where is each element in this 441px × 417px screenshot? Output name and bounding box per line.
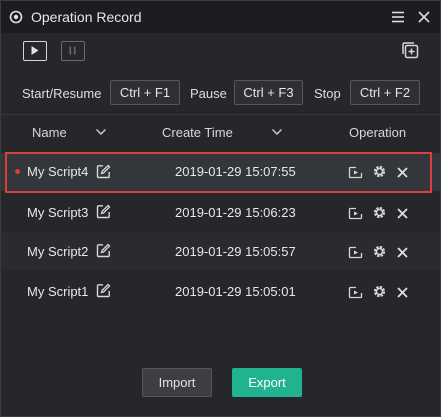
table-row[interactable]: My Script2 2019-01-29 15:05:57 [1, 232, 440, 270]
delete-icon[interactable] [395, 206, 410, 221]
window-title: Operation Record [31, 9, 142, 25]
column-header-create-time: Create Time [162, 125, 233, 140]
create-time: 2019-01-29 15:05:57 [175, 244, 296, 259]
import-button[interactable]: Import [142, 368, 212, 397]
delete-icon[interactable] [395, 245, 410, 260]
create-time: 2019-01-29 15:06:23 [175, 205, 296, 220]
edit-icon[interactable] [96, 283, 111, 298]
play-icon [31, 46, 39, 55]
column-header-name: Name [32, 125, 67, 140]
title-bar: Operation Record [1, 1, 440, 33]
script-name: My Script1 [27, 284, 89, 299]
delete-icon[interactable] [395, 165, 410, 180]
script-name: My Script2 [27, 244, 89, 259]
export-button[interactable]: Export [232, 368, 302, 397]
chevron-down-icon[interactable] [95, 127, 107, 137]
create-time: 2019-01-29 15:05:01 [175, 284, 296, 299]
pause-label: Pause [190, 86, 227, 101]
new-record-icon[interactable] [401, 41, 421, 61]
table-row[interactable]: My Script1 2019-01-29 15:05:01 [1, 272, 440, 310]
pause-icon [69, 46, 76, 55]
start-resume-shortcut[interactable]: Ctrl + F1 [110, 80, 180, 105]
edit-icon[interactable] [96, 204, 111, 219]
play-script-icon[interactable] [348, 285, 363, 300]
recording-indicator [15, 169, 20, 174]
pause-button[interactable] [61, 41, 85, 61]
script-name: My Script4 [27, 164, 89, 179]
gear-icon[interactable] [372, 244, 387, 259]
column-header-operation: Operation [349, 125, 407, 140]
table-row[interactable]: My Script4 2019-01-29 15:07:55 [1, 153, 440, 191]
edit-icon[interactable] [96, 164, 111, 179]
play-button[interactable] [23, 41, 47, 61]
create-time: 2019-01-29 15:07:55 [175, 164, 296, 179]
table-row[interactable]: My Script3 2019-01-29 15:06:23 [1, 193, 440, 231]
stop-label: Stop [314, 86, 341, 101]
gear-icon[interactable] [372, 205, 387, 220]
delete-icon[interactable] [395, 285, 410, 300]
play-script-icon[interactable] [348, 206, 363, 221]
edit-icon[interactable] [96, 243, 111, 258]
operation-record-window: Operation Record Start/Resume Ctrl + F1 … [0, 0, 441, 417]
gear-icon[interactable] [372, 284, 387, 299]
close-window-icon[interactable] [415, 8, 433, 26]
start-resume-label: Start/Resume [22, 86, 102, 101]
stop-shortcut[interactable]: Ctrl + F2 [350, 80, 420, 105]
divider [1, 114, 440, 115]
pause-shortcut[interactable]: Ctrl + F3 [234, 80, 303, 105]
gear-icon[interactable] [372, 164, 387, 179]
play-script-icon[interactable] [348, 245, 363, 260]
play-script-icon[interactable] [348, 165, 363, 180]
menu-icon[interactable] [389, 8, 407, 26]
script-name: My Script3 [27, 205, 89, 220]
chevron-down-icon[interactable] [271, 127, 283, 137]
app-icon [9, 10, 23, 24]
